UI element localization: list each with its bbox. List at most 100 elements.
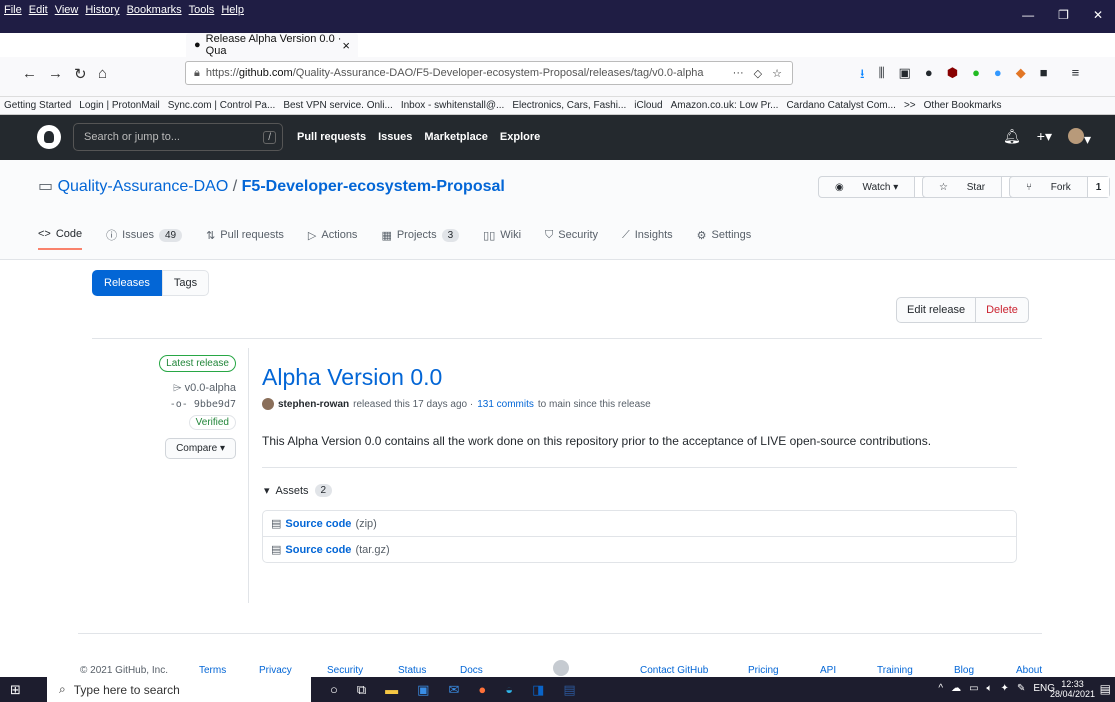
author-avatar[interactable] [262,398,274,410]
nav-pull-requests[interactable]: Pull requests [297,131,366,143]
menu-view[interactable]: View [55,4,79,16]
edit-release-button[interactable]: Edit release [897,298,975,322]
pocket-icon[interactable]: ◇ [754,67,762,80]
word-icon[interactable]: ▤ [563,682,575,698]
downloads-icon[interactable]: ⭳ [860,65,865,87]
bookmark-item[interactable]: Sync.com | Control Pa... [168,100,276,111]
tab-security[interactable]: ⛉ Security [545,220,598,250]
footer-link-blog[interactable]: Blog [954,665,974,676]
footer-link-docs[interactable]: Docs [460,665,483,676]
menu-bookmarks[interactable]: Bookmarks [127,4,182,16]
clock[interactable]: 12:33 28/04/2021 [1050,679,1095,699]
bookmark-item[interactable]: Best VPN service. Onli... [283,100,392,111]
footer-link-contact[interactable]: Contact GitHub [640,665,708,676]
commits-link[interactable]: 131 commits [477,399,534,410]
tag-link[interactable]: v0.0-alpha [185,382,236,394]
firefox-icon[interactable]: ● [478,682,486,698]
page-actions-icon[interactable]: ··· [733,67,744,80]
back-icon[interactable]: ← [22,65,37,82]
watch-button[interactable]: ◉ Watch ▾ 0 [818,176,938,198]
notification-center-icon[interactable]: ▤ [1100,682,1111,696]
repo-owner-link[interactable]: Quality-Assurance-DAO [58,178,229,195]
footer-link-about[interactable]: About [1016,665,1042,676]
sidebar-icon[interactable]: ▣ [899,65,911,87]
bookmark-star-icon[interactable]: ☆ [772,67,782,80]
bookmark-item[interactable]: Cardano Catalyst Com... [786,100,896,111]
assets-toggle[interactable]: ▾ Assets 2 [264,484,333,497]
bookmark-item[interactable]: Login | ProtonMail [79,100,159,111]
create-new-plus-icon[interactable]: +▾ [1037,128,1052,148]
other-bookmarks-folder[interactable]: Other Bookmarks [924,100,1002,111]
footer-link-pricing[interactable]: Pricing [748,665,779,676]
close-window-icon[interactable]: ✕ [1093,8,1103,22]
menu-file[interactable]: File [4,4,22,16]
notifications-bell-icon[interactable]: 🔔︎ [1003,128,1021,148]
bookmark-item[interactable]: Getting Started [4,100,71,111]
extension-dark-icon[interactable]: ■ [1040,65,1048,87]
repo-name-link[interactable]: F5-Developer-ecosystem-Proposal [242,178,505,195]
bookmark-item[interactable]: Amazon.co.uk: Low Pr... [671,100,779,111]
tab-close-icon[interactable]: × [342,38,350,53]
fork-button[interactable]: ⑂ Fork 1 [1009,176,1111,198]
tab-release-alpha[interactable]: ● Release Alpha Version 0.0 · Qua × [186,33,358,57]
tags-tab-button[interactable]: Tags [161,270,210,296]
user-avatar-menu[interactable]: ▾ [1067,128,1091,148]
cortana-icon[interactable]: ○ [330,682,338,698]
footer-link-security[interactable]: Security [327,665,363,676]
tab-settings[interactable]: ⚙ Settings [697,220,752,250]
taskbar-search-input[interactable]: ⌕ Type here to search [47,677,311,702]
reload-icon[interactable]: ↻ [74,65,87,83]
forward-icon[interactable]: → [48,65,63,82]
dropbox-icon[interactable]: ✦ [1001,683,1009,694]
footer-link-terms[interactable]: Terms [199,665,226,676]
releases-tab-button[interactable]: Releases [92,270,162,296]
tab-insights[interactable]: ⟋ Insights [622,220,673,250]
onedrive-icon[interactable]: ☁ [951,683,961,694]
footer-link-privacy[interactable]: Privacy [259,665,292,676]
tab-projects[interactable]: ▦ Projects 3 [381,220,460,250]
extension-icon[interactable]: ● [925,65,933,87]
release-title[interactable]: Alpha Version 0.0 [262,364,442,391]
new-tab-button[interactable]: + [362,35,371,53]
bookmark-item[interactable]: Electronics, Cars, Fashi... [512,100,626,111]
footer-link-api[interactable]: API [820,665,836,676]
delete-release-button[interactable]: Delete [975,298,1028,322]
fork-count[interactable]: 1 [1086,177,1110,197]
tab-actions[interactable]: ▷ Actions [308,220,358,250]
menu-edit[interactable]: Edit [29,4,48,16]
windows-start-icon[interactable]: ⊞ [10,682,21,698]
file-explorer-icon[interactable]: ▬ [385,682,398,698]
minimize-icon[interactable]: — [1022,8,1034,22]
footer-link-training[interactable]: Training [877,665,913,676]
commit-link[interactable]: 9bbe9d7 [194,399,236,410]
ublock-icon[interactable]: ⬢ [947,65,958,87]
task-view-icon[interactable]: ⧉ [357,682,366,698]
home-icon[interactable]: ⌂ [98,65,107,82]
mail-icon[interactable]: ✉ [448,682,459,698]
tab-wiki[interactable]: ▯▯ Wiki [483,220,521,250]
bookmarks-overflow-button[interactable]: >> [904,100,916,111]
nav-marketplace[interactable]: Marketplace [424,131,488,143]
show-hidden-icons-icon[interactable]: ^ [938,683,943,694]
tab-quality-assurance[interactable]: ● Quality-Assurance-DAO × [14,33,186,57]
asset-source-targz[interactable]: ▤ Source code (tar.gz) [262,536,1017,563]
menu-hamburger-icon[interactable]: ≡ [1072,65,1080,87]
menu-tools[interactable]: Tools [189,4,215,16]
volume-icon[interactable]: 🔈︎ [987,683,993,694]
edge-icon[interactable]: ◒ [505,682,513,698]
compare-button[interactable]: Compare ▾ [165,438,236,459]
metamask-icon[interactable]: ◆ [1016,65,1026,87]
menu-history[interactable]: History [85,4,119,16]
library-icon[interactable]: ⫼ [879,65,885,87]
bookmark-item[interactable]: iCloud [634,100,662,111]
outlook-icon[interactable]: ◨ [532,682,544,698]
extension-blue-icon[interactable]: ● [994,65,1002,87]
maximize-icon[interactable]: ❐ [1058,8,1069,22]
network-icon[interactable]: ▭ [969,683,978,694]
nav-issues[interactable]: Issues [378,131,412,143]
bookmark-item[interactable]: Inbox - swhitenstall@... [401,100,505,111]
search-input[interactable]: Search or jump to... / [73,123,283,151]
tab-issues[interactable]: ⓘ Issues 49 [106,220,183,250]
nav-explore[interactable]: Explore [500,131,540,143]
url-bar[interactable]: 🔒︎ https://github.com/Quality-Assurance-… [185,61,793,85]
